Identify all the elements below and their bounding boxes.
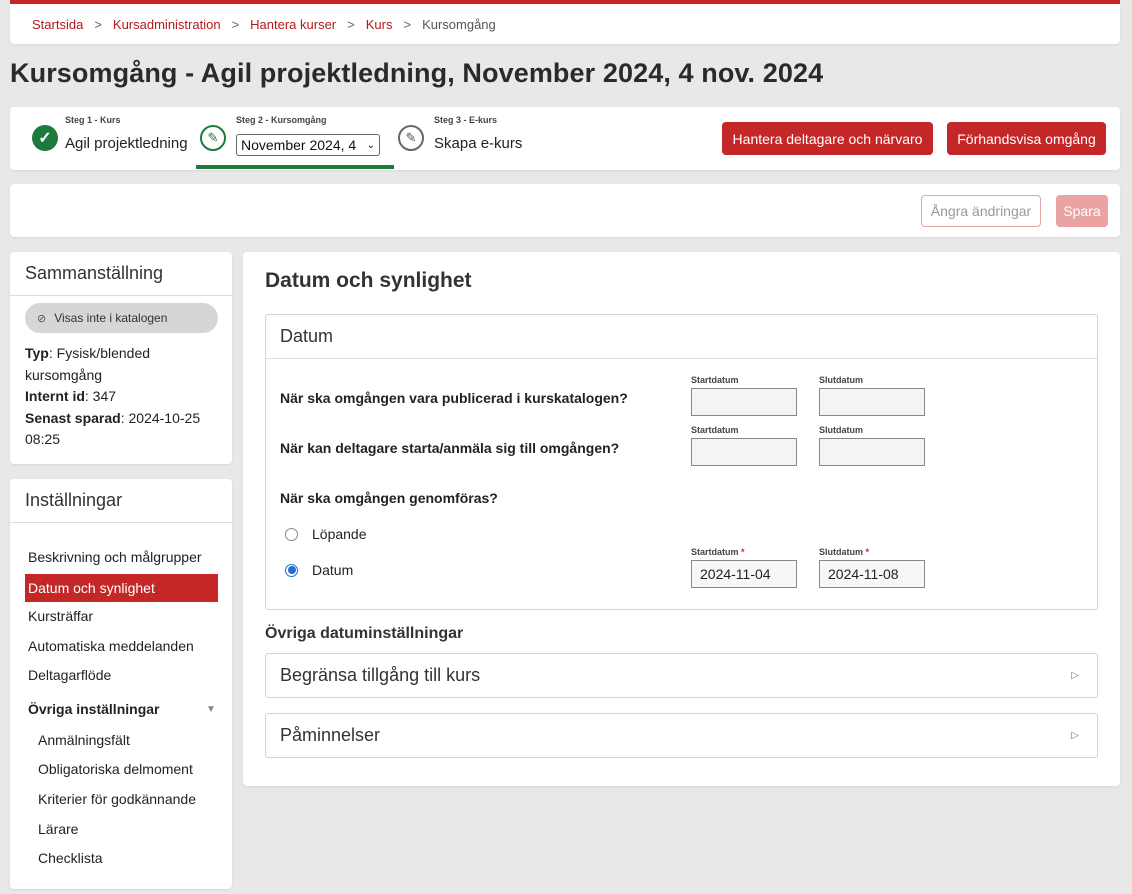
manage-participants-button[interactable]: Hantera deltagare och närvaro — [722, 122, 933, 155]
summary-card: Sammanställning ⊘ Visas inte i katalogen… — [10, 252, 232, 464]
breadcrumb-separator: > — [403, 16, 412, 32]
caret-right-icon: ▷ — [1071, 670, 1079, 681]
nav-item-auto-messages[interactable]: Automatiska meddelanden — [28, 638, 194, 654]
other-date-settings-title: Övriga datuminställningar — [265, 625, 464, 642]
execution-end-input[interactable]: 2024-11-08 — [819, 560, 925, 588]
summary-details: Typ: Fysisk/blended kursomgång Internt i… — [25, 343, 225, 451]
radio-running-control[interactable] — [285, 527, 298, 541]
execution-question: När ska omgången genomföras? — [280, 490, 498, 506]
internal-id-label: Internt id — [25, 388, 85, 404]
execution-start-label: Startdatum * — [691, 547, 745, 557]
registration-question: När kan deltagare starta/anmäla sig till… — [280, 440, 620, 456]
accordion-reminders[interactable]: Påminnelser ▷ — [265, 713, 1098, 758]
step-2-caption: Steg 2 - Kursomgång — [236, 115, 327, 125]
active-step-indicator — [196, 165, 394, 169]
save-button[interactable]: Spara — [1056, 195, 1108, 227]
catalog-visibility-badge: ⊘ Visas inte i katalogen — [25, 303, 218, 333]
summary-title: Sammanställning — [10, 252, 232, 296]
nav-item-description[interactable]: Beskrivning och målgrupper — [28, 549, 202, 565]
accordion-restrict-access[interactable]: Begränsa tillgång till kurs ▷ — [265, 653, 1098, 698]
section-title: Datum och synlighet — [265, 269, 472, 292]
step-3-label: Skapa e-kurs — [434, 135, 523, 152]
execution-end-label: Slutdatum * — [819, 547, 870, 557]
undo-changes-button[interactable]: Ångra ändringar — [921, 195, 1041, 227]
publish-question: När ska omgången vara publicerad i kursk… — [280, 390, 628, 406]
step-wizard: ✓ Steg 1 - Kurs Agil projektledning ✎ St… — [10, 107, 1120, 170]
nav-item-dates-visibility[interactable]: Datum och synlighet — [25, 574, 218, 602]
breadcrumb: Startsida > Kursadministration > Hantera… — [10, 4, 1120, 44]
step-1-course[interactable]: ✓ Steg 1 - Kurs Agil projektledning — [32, 107, 192, 170]
breadcrumb-link-kursadministration[interactable]: Kursadministration — [113, 17, 221, 32]
publish-end-input[interactable] — [819, 388, 925, 416]
registration-start-input[interactable] — [691, 438, 797, 466]
breadcrumb-current: Kursomgång — [422, 16, 496, 32]
course-round-select[interactable]: November 2024, 4 ⌄ — [236, 134, 380, 156]
page-title: Kursomgång - Agil projektledning, Novemb… — [10, 58, 824, 88]
radio-date-label: Datum — [312, 562, 354, 578]
pencil-icon: ✎ — [398, 125, 424, 151]
radio-running[interactable]: Löpande — [285, 526, 367, 542]
main-content: Datum och synlighet Datum När ska omgång… — [243, 252, 1120, 786]
action-bar: Ångra ändringar Spara — [10, 184, 1120, 237]
eye-slash-icon: ⊘ — [37, 312, 47, 325]
preview-round-button[interactable]: Förhandsvisa omgång — [947, 122, 1106, 155]
date-panel-title: Datum — [266, 315, 1097, 359]
settings-title: Inställningar — [10, 479, 232, 523]
date-panel: Datum När ska omgången vara publicerad i… — [265, 314, 1098, 610]
accordion-restrict-access-label: Begränsa tillgång till kurs — [280, 665, 481, 685]
breadcrumb-link-kurs[interactable]: Kurs — [366, 17, 393, 32]
step-2-course-round: ✎ Steg 2 - Kursomgång November 2024, 4 ⌄ — [200, 107, 390, 170]
breadcrumb-separator: > — [231, 16, 240, 32]
registration-end-input[interactable] — [819, 438, 925, 466]
nav-sub-teachers[interactable]: Lärare — [38, 821, 78, 837]
step-1-label: Agil projektledning — [65, 135, 188, 152]
radio-running-label: Löpande — [312, 526, 367, 542]
publish-start-label: Startdatum — [691, 375, 739, 385]
breadcrumb-link-startsida[interactable]: Startsida — [32, 17, 83, 32]
type-label: Typ — [25, 345, 49, 361]
nav-sub-checklist[interactable]: Checklista — [38, 850, 103, 866]
internal-id-value: : 347 — [84, 388, 117, 404]
settings-nav: Inställningar Beskrivning och målgrupper… — [10, 479, 232, 889]
nav-sub-approval-criteria[interactable]: Kriterier för godkännande — [38, 791, 196, 807]
registration-end-label: Slutdatum — [819, 425, 863, 435]
nav-item-meetings[interactable]: Kursträffar — [28, 608, 93, 624]
step-3-ecourse[interactable]: ✎ Steg 3 - E-kurs Skapa e-kurs — [398, 107, 538, 170]
registration-start-label: Startdatum — [691, 425, 739, 435]
nav-group-other-settings[interactable]: Övriga inställningar — [28, 701, 159, 717]
step-1-caption: Steg 1 - Kurs — [65, 115, 121, 125]
breadcrumb-link-hantera-kurser[interactable]: Hantera kurser — [250, 17, 336, 32]
publish-start-input[interactable] — [691, 388, 797, 416]
catalog-visibility-text: Visas inte i katalogen — [54, 311, 168, 325]
nav-item-participant-flow[interactable]: Deltagarflöde — [28, 667, 111, 683]
caret-down-icon[interactable]: ▼ — [206, 704, 216, 715]
chevron-down-icon: ⌄ — [366, 139, 375, 151]
nav-sub-registration-fields[interactable]: Anmälningsfält — [38, 732, 130, 748]
execution-start-input[interactable]: 2024-11-04 — [691, 560, 797, 588]
caret-right-icon: ▷ — [1071, 730, 1079, 741]
radio-date[interactable]: Datum — [285, 562, 353, 578]
course-round-select-value: November 2024, 4 — [241, 137, 357, 153]
accordion-reminders-label: Påminnelser — [280, 725, 381, 745]
pencil-icon: ✎ — [200, 125, 226, 151]
radio-date-control[interactable] — [285, 563, 298, 577]
publish-end-label: Slutdatum — [819, 375, 863, 385]
nav-sub-mandatory-parts[interactable]: Obligatoriska delmoment — [38, 761, 193, 777]
check-icon: ✓ — [32, 125, 58, 151]
step-3-caption: Steg 3 - E-kurs — [434, 115, 498, 125]
last-saved-label: Senast sparad — [25, 409, 121, 426]
breadcrumb-separator: > — [347, 16, 355, 32]
breadcrumb-separator: > — [94, 16, 102, 32]
